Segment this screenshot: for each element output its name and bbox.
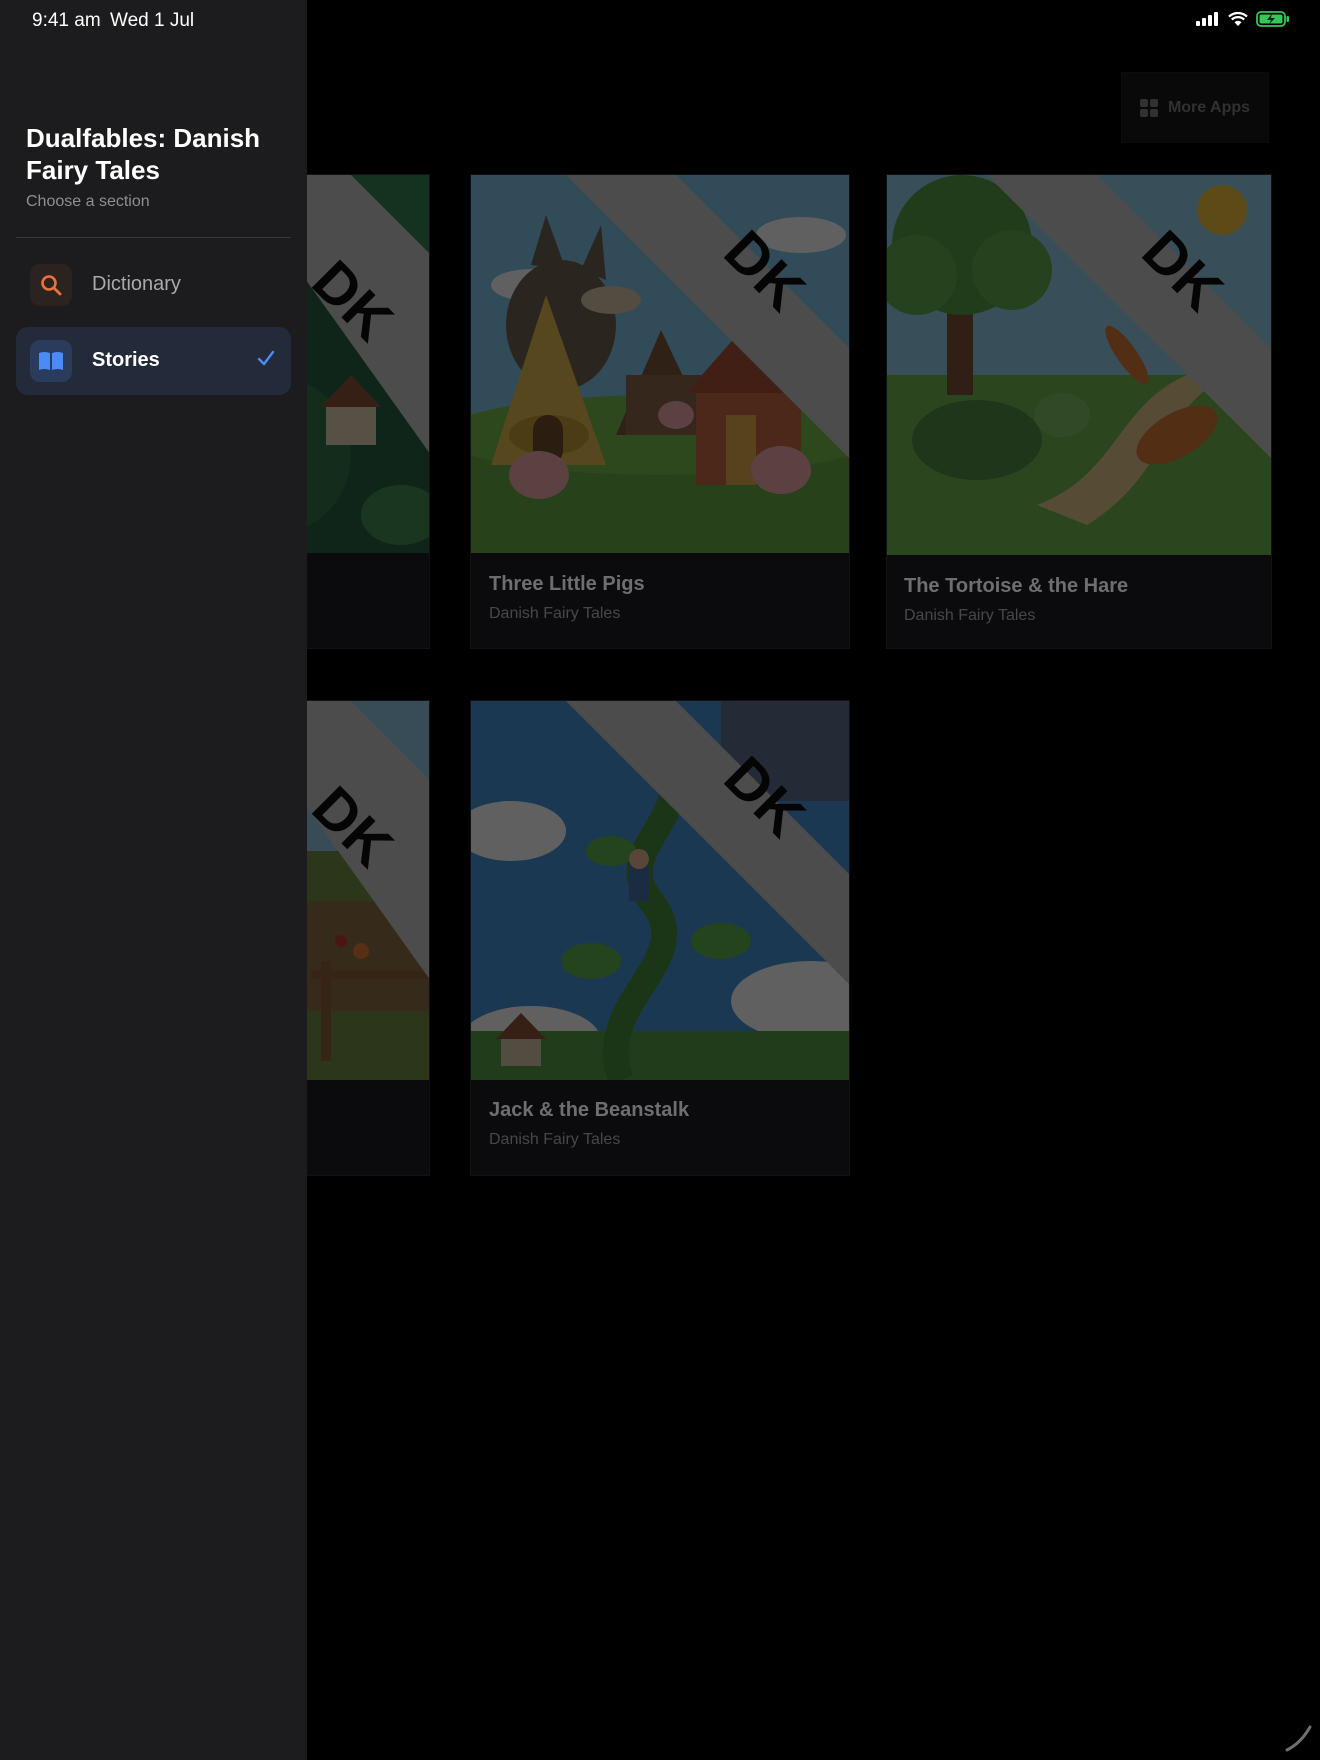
section-hint: Choose a section: [26, 193, 150, 210]
status-date: Wed 1 Jul: [110, 10, 195, 31]
checkmark-icon: [257, 350, 275, 366]
status-bar: 9:41 am Wed 1 Jul: [0, 0, 1320, 40]
sidebar: Dualfables: Danish Fairy Tales Choose a …: [0, 0, 307, 1760]
corner-handle-icon: [1285, 1725, 1312, 1752]
sidebar-item-dictionary[interactable]: Dictionary: [16, 251, 291, 319]
divider: [16, 237, 291, 238]
sidebar-item-stories[interactable]: Stories: [16, 327, 291, 395]
battery-charging-icon: [1256, 11, 1289, 27]
wifi-icon: [1228, 11, 1248, 26]
book-icon: [39, 352, 63, 370]
sidebar-item-label: Dictionary: [92, 273, 181, 295]
dictionary-icon-box: [30, 264, 72, 306]
status-time: 9:41 am: [32, 10, 101, 31]
magnifying-glass-icon: [41, 275, 62, 296]
cellular-signal-icon: [1196, 12, 1218, 26]
stories-icon-box: [30, 340, 72, 382]
app-title: Dualfables: Danish Fairy Tales: [26, 123, 261, 185]
sidebar-item-label: Stories: [92, 349, 160, 371]
